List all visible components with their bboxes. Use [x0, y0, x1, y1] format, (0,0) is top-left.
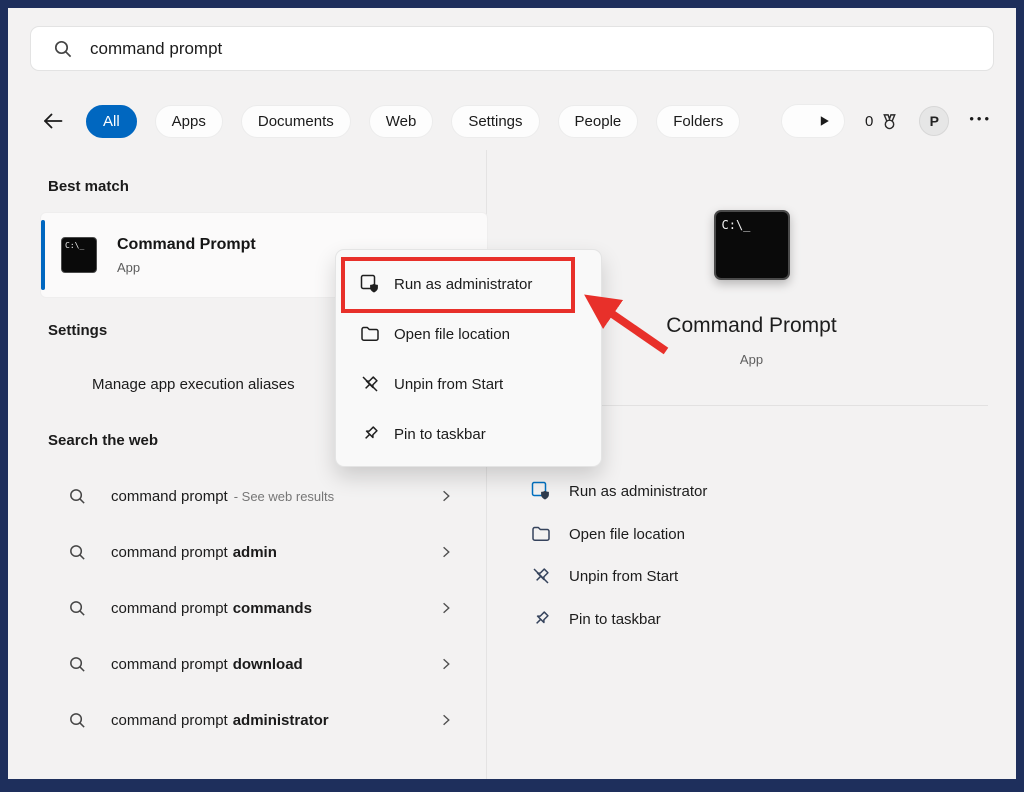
suggestion-note: - See web results — [234, 489, 334, 504]
search-query-text: command prompt — [90, 39, 222, 59]
search-icon — [53, 39, 73, 59]
folder-icon — [360, 324, 380, 344]
command-prompt-icon-large: C:\_ — [714, 210, 790, 280]
tab-apps[interactable]: Apps — [155, 105, 223, 138]
search-icon — [68, 599, 87, 618]
unpin-icon — [360, 374, 380, 394]
cmd-icon-glyph: C:\_ — [65, 241, 84, 250]
windows-search-window: command prompt All Apps Documents Web Se… — [0, 0, 1024, 792]
suggestion-bold: administrator — [233, 712, 329, 729]
best-match-heading: Best match — [48, 178, 129, 195]
filter-tabs-row: All Apps Documents Web Settings People F… — [38, 100, 992, 142]
tabs-right-cluster: 0 P ••• — [781, 104, 992, 138]
suggestion-text: command prompt commands — [111, 600, 312, 617]
search-icon — [68, 543, 87, 562]
selection-accent-bar — [41, 220, 45, 290]
preview-action-run-as-administrator[interactable]: Run as administrator — [487, 470, 1016, 512]
action-label: Run as administrator — [569, 483, 707, 500]
account-avatar[interactable]: P — [919, 106, 949, 136]
menu-item-label: Unpin from Start — [394, 376, 503, 393]
chevron-right-icon[interactable] — [438, 488, 454, 504]
menu-item-pin-to-taskbar[interactable]: Pin to taskbar — [336, 409, 601, 459]
folder-icon — [531, 524, 551, 544]
search-icon — [68, 711, 87, 730]
web-suggestion-admin[interactable]: command prompt admin — [40, 524, 468, 580]
tab-settings[interactable]: Settings — [451, 105, 539, 138]
suggestion-text: command prompt administrator — [111, 712, 329, 729]
tab-all[interactable]: All — [86, 105, 137, 138]
preview-action-open-file-location[interactable]: Open file location — [487, 513, 1016, 555]
settings-heading: Settings — [48, 322, 107, 339]
web-suggestion-commands[interactable]: command prompt commands — [40, 580, 468, 636]
rewards-count: 0 — [865, 113, 873, 130]
suggestion-bold: admin — [233, 544, 277, 561]
menu-item-unpin-from-start[interactable]: Unpin from Start — [336, 359, 601, 409]
search-input[interactable]: command prompt — [30, 26, 994, 71]
preview-action-pin-to-taskbar[interactable]: Pin to taskbar — [487, 598, 1016, 640]
run-as-administrator-icon — [360, 274, 380, 294]
tab-folders[interactable]: Folders — [656, 105, 740, 138]
best-match-subtitle: App — [117, 260, 256, 275]
tab-web[interactable]: Web — [369, 105, 434, 138]
suggestion-text: command prompt admin — [111, 544, 277, 561]
chevron-right-icon[interactable] — [438, 544, 454, 560]
menu-item-label: Pin to taskbar — [394, 426, 486, 443]
menu-item-open-file-location[interactable]: Open file location — [336, 309, 601, 359]
suggestion-text: command prompt - See web results — [111, 488, 334, 505]
tab-people[interactable]: People — [558, 105, 639, 138]
action-label: Unpin from Start — [569, 568, 678, 585]
search-icon — [68, 487, 87, 506]
suggestion-bold: download — [233, 656, 303, 673]
suggestion-base: command prompt — [111, 600, 228, 617]
pin-icon — [531, 609, 551, 629]
menu-item-run-as-administrator[interactable]: Run as administrator — [336, 259, 601, 309]
context-menu: Run as administrator Open file location … — [335, 249, 602, 467]
unpin-icon — [531, 566, 551, 586]
more-filters-button[interactable] — [781, 104, 845, 138]
run-as-administrator-icon — [531, 481, 551, 501]
suggestion-base: command prompt — [111, 656, 228, 673]
menu-item-label: Run as administrator — [394, 276, 532, 293]
suggestion-base: command prompt — [111, 544, 228, 561]
play-icon — [816, 113, 832, 129]
best-match-meta: Command Prompt App — [117, 236, 256, 275]
best-match-title: Command Prompt — [117, 236, 256, 254]
suggestion-base: command prompt — [111, 488, 228, 505]
more-options-button[interactable]: ••• — [969, 111, 992, 132]
menu-item-label: Open file location — [394, 326, 510, 343]
search-icon — [68, 655, 87, 674]
chevron-right-icon[interactable] — [438, 656, 454, 672]
web-suggestion-administrator[interactable]: command prompt administrator — [40, 692, 468, 748]
back-button[interactable] — [38, 106, 68, 136]
rewards-icon — [880, 112, 899, 131]
chevron-right-icon[interactable] — [438, 600, 454, 616]
suggestion-text: command prompt download — [111, 656, 303, 673]
action-label: Pin to taskbar — [569, 611, 661, 628]
action-label: Open file location — [569, 526, 685, 543]
tab-documents[interactable]: Documents — [241, 105, 351, 138]
preview-action-unpin-from-start[interactable]: Unpin from Start — [487, 555, 1016, 597]
suggestion-base: command prompt — [111, 712, 228, 729]
web-suggestion-download[interactable]: command prompt download — [40, 636, 468, 692]
search-the-web-heading: Search the web — [48, 432, 158, 449]
pin-icon — [360, 424, 380, 444]
web-suggestion-see-results[interactable]: command prompt - See web results — [40, 468, 468, 524]
chevron-right-icon[interactable] — [438, 712, 454, 728]
command-prompt-icon: C:\_ — [61, 237, 97, 273]
rewards-button[interactable]: 0 — [865, 112, 899, 131]
suggestion-bold: commands — [233, 600, 312, 617]
cmd-icon-glyph: C:\_ — [722, 218, 751, 232]
avatar-initial: P — [930, 113, 939, 129]
back-arrow-icon — [41, 109, 65, 133]
